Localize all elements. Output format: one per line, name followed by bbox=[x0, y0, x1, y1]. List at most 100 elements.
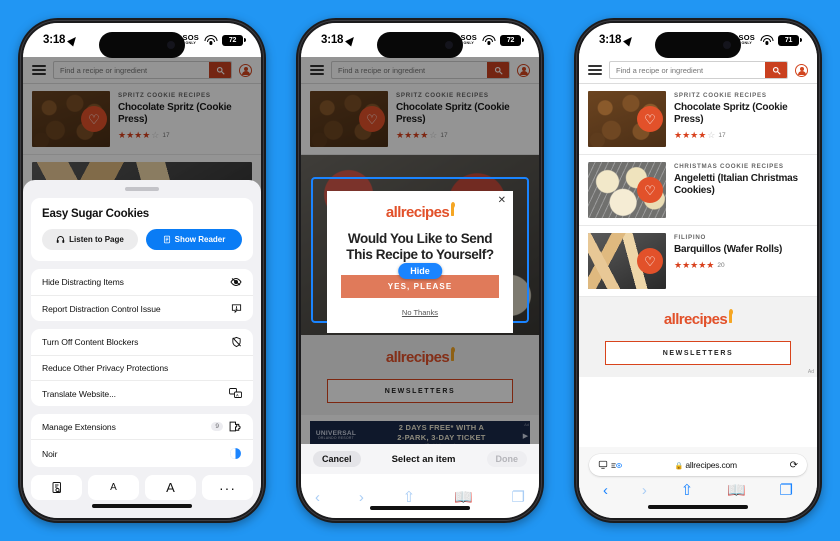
logo-text: allrecipes bbox=[385, 204, 450, 221]
page-settings-icon bbox=[598, 460, 608, 469]
battery-icon: 72 bbox=[222, 34, 246, 46]
select-item-title: Select an item bbox=[391, 453, 456, 465]
sos-indicator: SOS ONLY bbox=[182, 33, 199, 45]
reload-icon[interactable]: ⟳ bbox=[790, 460, 798, 471]
menu-item-noir[interactable]: Noir bbox=[31, 439, 253, 467]
page-title: Easy Sugar Cookies bbox=[42, 208, 149, 220]
bookmarks-icon[interactable]: 📖 bbox=[727, 483, 746, 498]
menu-item-accessory bbox=[231, 303, 242, 314]
menu-item-report-distraction-control-issue[interactable]: Report Distraction Control Issue bbox=[31, 295, 253, 321]
close-icon[interactable]: ✕ bbox=[498, 195, 506, 206]
star-rating: ★★★★ ☆ bbox=[674, 130, 716, 141]
extensions-badge: 9 bbox=[211, 422, 223, 431]
safari-bottom-bar: 🔒 allrecipes.com ⟳ ‹ › ⇧ 📖 ❐ bbox=[579, 447, 817, 518]
eye-slash-icon bbox=[230, 277, 242, 287]
recipe-thumbnail: ♡ bbox=[588, 233, 666, 289]
menu-item-turn-off-content-blockers[interactable]: Turn Off Content Blockers bbox=[31, 329, 253, 355]
clock: 3:18 bbox=[599, 34, 622, 46]
cancel-button[interactable]: Cancel bbox=[313, 451, 361, 467]
page-settings-sheet: Easy Sugar Cookies Listen to Page Show R… bbox=[23, 180, 261, 518]
find-on-page-button[interactable] bbox=[31, 475, 82, 500]
safari-tab-nav: ‹ › ⇧ 📖 ❐ bbox=[589, 476, 807, 501]
page-header-card: Easy Sugar Cookies Listen to Page Show R… bbox=[31, 198, 253, 261]
list-item[interactable]: ♡ SPRITZ COOKIE RECIPES Chocolate Spritz… bbox=[579, 84, 817, 155]
recipe-meta: FILIPINO Barquillos (Wafer Rolls) ★★★★★ … bbox=[674, 233, 808, 289]
status-right: SOS ONLY 71 bbox=[739, 34, 802, 46]
search-box[interactable] bbox=[609, 61, 788, 79]
share-icon[interactable]: ⇧ bbox=[681, 483, 694, 498]
battery-level: 72 bbox=[506, 36, 515, 44]
tabs-icon[interactable]: ❐ bbox=[512, 490, 525, 505]
increase-text-size-button[interactable]: A bbox=[145, 475, 196, 500]
recipe-list: ♡ SPRITZ COOKIE RECIPES Chocolate Spritz… bbox=[579, 84, 817, 377]
forward-icon[interactable]: › bbox=[359, 490, 364, 505]
recipe-meta: SPRITZ COOKIE RECIPES Chocolate Spritz (… bbox=[674, 91, 808, 147]
back-icon[interactable]: ‹ bbox=[603, 483, 608, 498]
menu-item-accessory: A bbox=[229, 388, 242, 399]
menu-item-label: Reduce Other Privacy Protections bbox=[42, 363, 169, 373]
wifi-icon bbox=[482, 35, 495, 45]
menu-item-label: Manage Extensions bbox=[42, 421, 116, 432]
search-input[interactable] bbox=[610, 65, 765, 75]
puzzle-icon bbox=[229, 421, 241, 432]
bookmarks-icon[interactable]: 📖 bbox=[454, 490, 473, 505]
list-item[interactable]: ♡ FILIPINO Barquillos (Wafer Rolls) ★★★★… bbox=[579, 226, 817, 297]
menu-item-manage-extensions[interactable]: Manage Extensions 9 bbox=[31, 414, 253, 439]
wifi-icon bbox=[204, 35, 217, 45]
menu-item-label: Noir bbox=[42, 448, 58, 459]
no-thanks-link[interactable]: No Thanks bbox=[341, 308, 499, 317]
exclamation-bubble-icon bbox=[231, 304, 242, 314]
hide-button[interactable]: Hide bbox=[398, 263, 442, 279]
allrecipes-logo: allrecipes bbox=[663, 309, 733, 328]
menu-item-label: Turn Off Content Blockers bbox=[42, 337, 139, 347]
share-icon[interactable]: ⇧ bbox=[403, 490, 416, 505]
recipe-category: SPRITZ COOKIE RECIPES bbox=[674, 92, 767, 99]
favorite-heart-icon[interactable]: ♡ bbox=[637, 106, 663, 132]
review-count: 17 bbox=[718, 132, 726, 140]
menu-item-label: Hide Distracting Items bbox=[42, 277, 124, 287]
account-icon[interactable] bbox=[795, 63, 808, 77]
hamburger-menu-icon[interactable] bbox=[588, 64, 602, 76]
recipe-thumbnail: ♡ bbox=[588, 162, 666, 218]
star-rating: ★★★★★ bbox=[674, 260, 715, 271]
reader-mode-icon bbox=[611, 462, 622, 468]
listen-to-page-button[interactable]: Listen to Page bbox=[42, 229, 138, 250]
recipe-title: Chocolate Spritz (Cookie Press) bbox=[674, 102, 788, 126]
noir-icon bbox=[230, 448, 241, 459]
menu-group-2: Turn Off Content Blockers Reduce Other P… bbox=[31, 329, 253, 406]
list-item[interactable]: ♡ CHRISTMAS COOKIE RECIPES Angeletti (It… bbox=[579, 155, 817, 226]
menu-item-accessory bbox=[231, 336, 242, 348]
show-reader-button[interactable]: Show Reader bbox=[146, 229, 242, 250]
menu-item-hide-distracting-items[interactable]: Hide Distracting Items bbox=[31, 269, 253, 295]
safari-tab-nav: ‹ › ⇧ 📖 ❐ bbox=[301, 483, 539, 508]
recipe-thumbnail: ♡ bbox=[588, 91, 666, 147]
forward-icon[interactable]: › bbox=[642, 483, 647, 498]
shield-slash-icon bbox=[232, 336, 241, 348]
status-right: SOS ONLY 72 bbox=[182, 33, 246, 46]
recipe-title: Barquillos (Wafer Rolls) bbox=[674, 244, 783, 255]
menu-item-label: Report Distraction Control Issue bbox=[42, 303, 161, 314]
favorite-heart-icon[interactable]: ♡ bbox=[637, 248, 663, 274]
url-bar[interactable]: 🔒 allrecipes.com ⟳ bbox=[589, 454, 807, 476]
newsletters-button[interactable]: NEWSLETTERS bbox=[605, 341, 791, 365]
page-settings-group[interactable] bbox=[598, 460, 622, 470]
menu-item-reduce-other-privacy-protections[interactable]: Reduce Other Privacy Protections bbox=[31, 355, 253, 380]
site-footer: allrecipes NEWSLETTERS Ad bbox=[579, 297, 817, 377]
more-options-button[interactable]: ··· bbox=[202, 475, 253, 500]
favorite-heart-icon[interactable]: ♡ bbox=[637, 177, 663, 203]
back-icon[interactable]: ‹ bbox=[315, 490, 320, 505]
decrease-text-size-button[interactable]: A bbox=[88, 475, 139, 500]
search-button[interactable] bbox=[765, 62, 787, 78]
sheet-grabber[interactable] bbox=[125, 187, 159, 191]
reader-label: Show Reader bbox=[174, 235, 226, 244]
recipe-title: Angeletti (Italian Christmas Cookies) bbox=[674, 173, 798, 197]
recipe-category: FILIPINO bbox=[674, 234, 707, 241]
phone-2: 3:18 SOS ONLY 72 Find a recipe or ingred… bbox=[296, 18, 544, 523]
domain-text: allrecipes.com bbox=[685, 460, 737, 470]
dynamic-island bbox=[377, 32, 463, 58]
tabs-icon[interactable]: ❐ bbox=[780, 483, 793, 498]
menu-item-translate-website[interactable]: Translate Website... A bbox=[31, 380, 253, 406]
logo-text: allrecipes bbox=[663, 311, 728, 328]
done-button: Done bbox=[486, 451, 527, 467]
status-left: 3:18 bbox=[321, 33, 358, 47]
